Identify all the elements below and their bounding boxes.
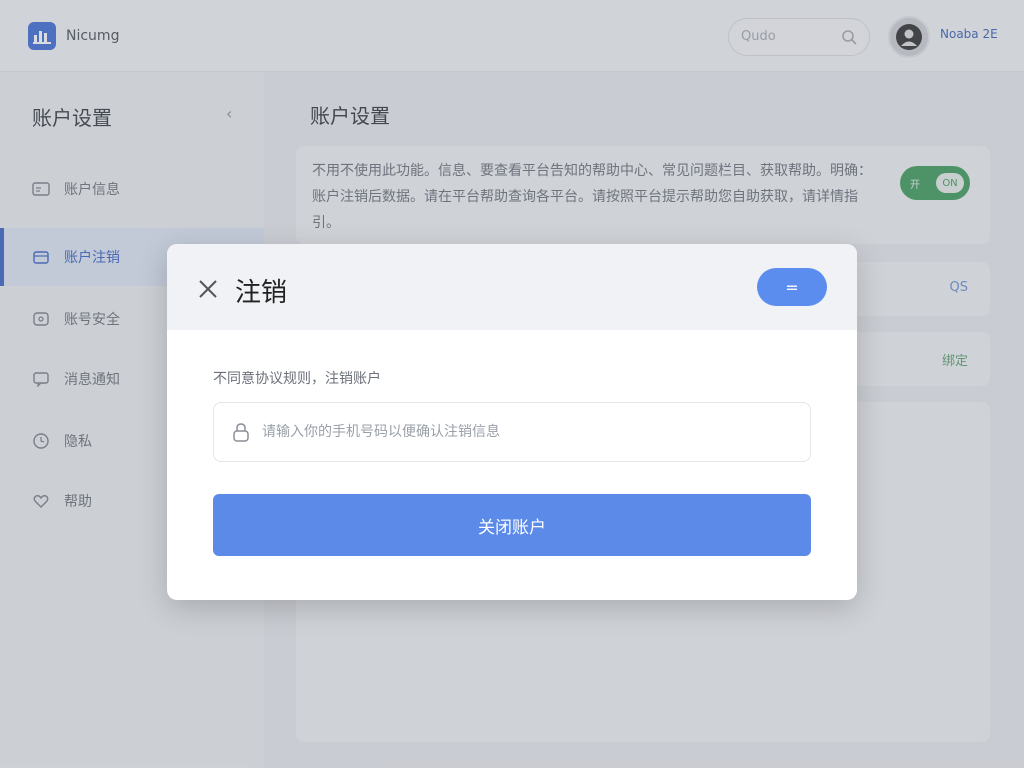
dialog-header: 注销 = bbox=[167, 244, 857, 330]
dialog-description: 不同意协议规则，注销账户 bbox=[213, 371, 381, 387]
confirm-input[interactable] bbox=[262, 419, 782, 445]
menu-button[interactable]: = bbox=[757, 268, 827, 306]
close-account-button[interactable]: 关闭账户 bbox=[213, 494, 811, 556]
dialog-title: 注销 bbox=[235, 278, 288, 308]
confirm-input-field[interactable] bbox=[213, 402, 811, 462]
close-icon[interactable] bbox=[197, 278, 219, 300]
cancel-account-dialog: 注销 = 不同意协议规则，注销账户 关闭账户 bbox=[167, 244, 857, 600]
lock-icon bbox=[232, 423, 250, 447]
